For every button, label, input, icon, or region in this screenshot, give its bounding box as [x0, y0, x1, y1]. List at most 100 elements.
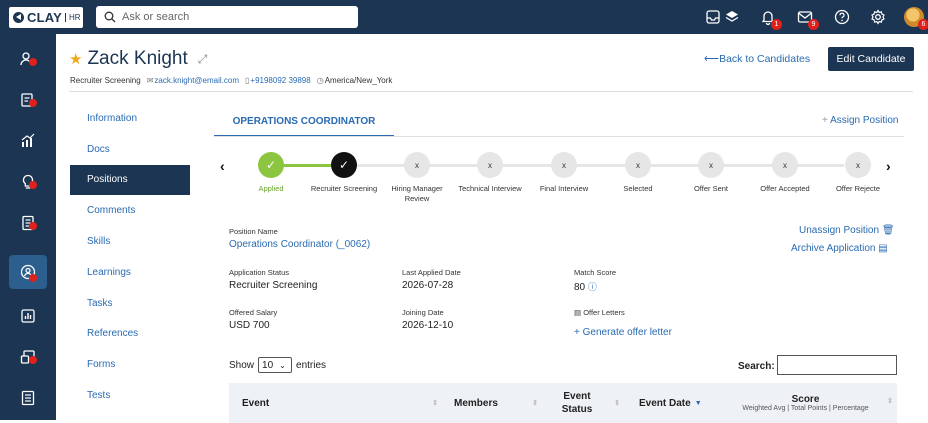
archive-application-link[interactable]: Archive Application ▤ [791, 243, 888, 254]
messages-button[interactable]: 9 [796, 8, 819, 30]
stage-offer-rejected[interactable]: x Offer Rejecte [821, 152, 895, 194]
sidebar-item-workflow[interactable] [0, 342, 56, 372]
candidate-stage: Recruiter Screening [70, 76, 141, 85]
unassign-position-link[interactable]: Unassign Position 🗑 [799, 225, 895, 236]
nav-item-forms[interactable]: Forms [70, 349, 190, 380]
sidebar-item-reports[interactable] [0, 301, 56, 331]
sidebar-item-people[interactable] [0, 44, 56, 74]
events-table-header: Event ⇕ Members ⇕ Event Status ⇕ Event D… [229, 383, 897, 423]
trash-icon: 🗑 [881, 225, 895, 236]
last-applied-date-label: Last Applied Date [402, 268, 461, 277]
analytics-icon [21, 133, 35, 147]
pipeline-prev-arrow-icon[interactable]: ‹ [220, 158, 225, 174]
notification-count-badge: 1 [771, 19, 782, 30]
top-bar: CLAY HR Ask or search 1 9 6 [0, 0, 928, 34]
position-name-value[interactable]: Operations Coordinator (_0062) [229, 239, 370, 250]
document-icon: ▤ [574, 308, 582, 317]
column-event-date[interactable]: Event Date ▼ [624, 383, 714, 423]
back-to-candidates-link[interactable]: ⟵Back to Candidates [704, 53, 810, 65]
candidate-timezone: America/New_York [324, 76, 393, 85]
global-search[interactable]: Ask or search [96, 6, 358, 28]
joining-date-label: Joining Date [402, 308, 444, 317]
column-event[interactable]: Event ⇕ [229, 383, 442, 423]
info-icon[interactable]: ⓘ [588, 282, 597, 292]
layers-button[interactable] [723, 8, 741, 26]
sort-icon: ⇕ [614, 400, 620, 407]
sort-icon: ⇕ [532, 400, 538, 407]
stage-hiring-manager-review[interactable]: x Hiring Manager Review [380, 152, 454, 204]
user-avatar[interactable]: 6 [904, 7, 928, 30]
sidebar-item-ideas[interactable] [0, 167, 56, 197]
tab-operations-coordinator[interactable]: OPERATIONS COORDINATOR [214, 107, 394, 137]
column-score[interactable]: Score Weighted Avg | Total Points | Perc… [714, 383, 897, 423]
offered-salary-value: USD 700 [229, 320, 270, 331]
table-search-label: Search: [738, 361, 775, 372]
edit-candidate-button[interactable]: Edit Candidate [828, 47, 914, 71]
nav-item-information[interactable]: Information [70, 103, 190, 134]
sidebar-item-documents[interactable] [0, 208, 56, 238]
search-placeholder: Ask or search [122, 11, 190, 23]
stage-label: Offer Rejecte [835, 184, 881, 193]
stage-final-interview[interactable]: x Final Interview [527, 152, 601, 194]
plus-icon: + [822, 115, 828, 126]
pending-x-icon: x [404, 152, 430, 178]
sidebar-item-candidates[interactable] [0, 85, 56, 115]
match-score-value: 80 ⓘ [574, 282, 597, 293]
sidebar-alert-dot [29, 58, 37, 66]
last-applied-date-value: 2026-07-28 [402, 280, 454, 291]
candidate-header: ★ Zack Knight ⤢ [69, 48, 207, 70]
sidebar-item-analytics[interactable] [0, 126, 56, 156]
nav-item-docs[interactable]: Docs [70, 134, 190, 165]
sidebar-alert-dot [29, 356, 37, 364]
nav-item-learnings[interactable]: Learnings [70, 257, 190, 288]
sidebar-alert-dot [29, 99, 37, 107]
sidebar-alert-dot [29, 181, 37, 189]
table-search-input[interactable] [777, 355, 897, 375]
stage-technical-interview[interactable]: x Technical Interview [453, 152, 527, 194]
sort-icon: ⇕ [432, 400, 438, 407]
generate-offer-letter-link[interactable]: + Generate offer letter [574, 327, 672, 338]
inbox-icon [706, 10, 720, 24]
assign-position-link[interactable]: + Assign Position [822, 115, 898, 126]
nav-item-positions[interactable]: Positions [70, 164, 190, 196]
settings-button[interactable] [869, 8, 887, 26]
score-subheader: Weighted Avg | Total Points | Percentage [742, 405, 869, 412]
column-event-status[interactable]: Event Status ⇕ [542, 383, 624, 423]
stage-selected[interactable]: x Selected [601, 152, 675, 194]
stage-label: Technical Interview [458, 184, 522, 193]
candidate-section-nav: Information Docs Positions Comments Skil… [70, 103, 190, 411]
nav-item-comments[interactable]: Comments [70, 195, 190, 226]
sidebar-alert-dot [29, 274, 37, 282]
candidate-phone[interactable]: +9198092 39898 [250, 76, 310, 85]
favorite-star-icon[interactable]: ★ [69, 50, 82, 68]
stage-applied[interactable]: ✓ Applied [234, 152, 308, 194]
stage-offer-accepted[interactable]: x Offer Accepted [748, 152, 822, 194]
nav-item-tests[interactable]: Tests [70, 380, 190, 411]
entries-label: entries [296, 359, 327, 371]
entries-select[interactable]: 10 ⌄ [258, 357, 293, 373]
joining-date-value: 2026-12-10 [402, 320, 454, 331]
clayhr-logo[interactable]: CLAY HR [9, 7, 83, 28]
stage-recruiter-screening[interactable]: ✓ Recruiter Screening [307, 152, 381, 194]
check-icon: ✓ [258, 152, 284, 178]
candidate-subinfo: Recruiter Screening ✉ zack.knight@email.… [70, 76, 392, 85]
arrow-left-icon: ⟵ [704, 53, 720, 65]
stage-offer-sent[interactable]: x Offer Sent [674, 152, 748, 194]
reports-icon [21, 309, 35, 323]
nav-item-references[interactable]: References [70, 319, 190, 350]
help-button[interactable] [833, 8, 851, 26]
column-members[interactable]: Members ⇕ [442, 383, 542, 423]
candidate-email[interactable]: zack.knight@email.com [154, 76, 239, 85]
offer-letters-label: ▤ Offer Letters [574, 308, 625, 317]
sidebar-item-recruitment[interactable] [0, 252, 56, 292]
pending-x-icon: x [698, 152, 724, 178]
header-divider [69, 91, 913, 92]
inbox-button[interactable] [704, 8, 722, 26]
sidebar-item-forms[interactable] [0, 383, 56, 413]
nav-item-skills[interactable]: Skills [70, 226, 190, 257]
expand-icon[interactable]: ⤢ [198, 52, 208, 67]
pending-x-icon: x [625, 152, 651, 178]
notifications-button[interactable]: 1 [759, 8, 782, 30]
nav-item-tasks[interactable]: Tasks [70, 288, 190, 319]
stage-label: Selected [623, 184, 653, 193]
